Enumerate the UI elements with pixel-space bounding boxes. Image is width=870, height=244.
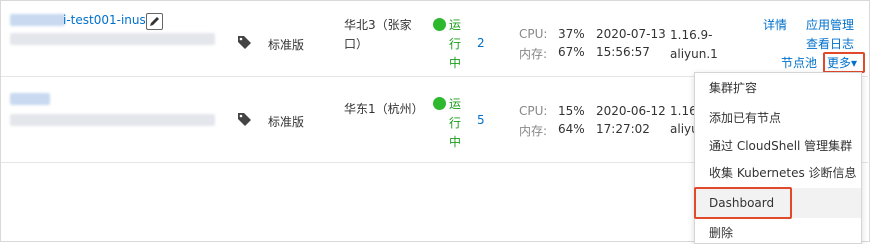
cluster-name-link[interactable]: i-test001-inuse [63,13,153,27]
region-text: 华东1（杭州） [344,102,424,116]
created-date: 2020-06-12 [596,104,666,118]
menu-item-collect-diagnostics[interactable]: 收集 Kubernetes 诊断信息 [695,158,861,188]
pencil-icon [150,17,159,26]
edition-text: 标准版 [268,115,305,129]
table-row: i-test001-inuse 标准版 华北3（张家口） 运行中 2 CPU: … [1,1,868,77]
created-time: 17:27:02 [596,122,650,136]
menu-item-scale-cluster[interactable]: 集群扩容 [695,73,861,103]
cluster-id-redacted [10,114,215,126]
node-pool-link[interactable]: 节点池 [781,54,817,71]
created-date: 2020-07-13 [596,27,666,41]
mem-label: 内存: [519,124,548,138]
view-logs-link[interactable]: 查看日志 [806,35,854,52]
node-count-link[interactable]: 2 [477,36,485,50]
cluster-id-redacted [10,33,215,45]
created-time: 15:56:57 [596,45,650,59]
more-button-highlight [823,52,865,73]
mem-value: 64% [558,122,585,136]
mem-label: 内存: [519,47,548,61]
edit-name-button[interactable] [146,13,163,30]
menu-item-cloudshell[interactable]: 通过 CloudShell 管理集群 [695,131,861,161]
node-count-link[interactable]: 5 [477,113,485,127]
tag-icon[interactable] [237,35,252,49]
cpu-label: CPU: [519,27,548,41]
cpu-value: 15% [558,104,585,118]
region-text: 华北3（张家口） [344,18,412,51]
tag-icon[interactable] [237,112,252,126]
mem-value: 67% [558,45,585,59]
edition-text: 标准版 [268,38,305,52]
status-dot [433,96,446,110]
dashboard-highlight [694,187,792,219]
version-text: 1.16 [670,104,697,118]
version-text: 1.16.9-aliyun.1 [670,28,718,61]
menu-item-delete[interactable]: 删除 [695,218,861,243]
menu-item-add-existing-node[interactable]: 添加已有节点 [695,103,861,133]
app-manage-link[interactable]: 应用管理 [806,16,854,33]
cluster-name-redacted [10,93,50,105]
cpu-value: 37% [558,27,585,41]
cluster-name-redacted [10,14,65,26]
details-link[interactable]: 详情 [763,16,787,33]
status-text: 运行中 [449,18,462,70]
status-text: 运行中 [449,97,462,149]
cpu-label: CPU: [519,104,548,118]
status-dot [433,17,446,31]
